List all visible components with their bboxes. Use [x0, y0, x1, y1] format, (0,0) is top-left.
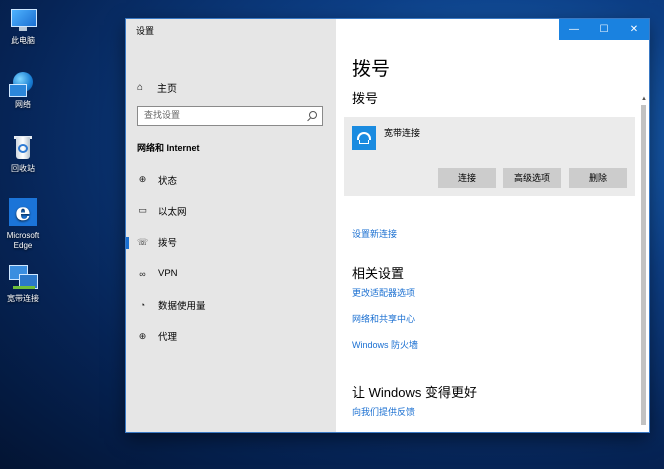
search-input[interactable]	[144, 110, 304, 120]
desktop-icon-broadband[interactable]: 宽带连接	[0, 265, 46, 304]
broadband-connection-icon	[9, 265, 38, 291]
sidebar-item-status[interactable]: ⊕ 状态	[126, 164, 336, 195]
recycle-bin-icon	[9, 135, 37, 161]
setup-new-connection-link[interactable]: 设置新连接	[352, 227, 397, 240]
desktop-icon-label: 此电脑	[11, 36, 35, 45]
scroll-up-icon[interactable]: ▲	[641, 96, 647, 102]
windows-firewall-link[interactable]: Windows 防火墙	[352, 338, 418, 351]
home-icon: ⌂	[137, 82, 144, 93]
sidebar-item-label: 拨号	[158, 238, 178, 250]
desktop-icon-network[interactable]: 网络	[0, 71, 46, 110]
network-sharing-center-link[interactable]: 网络和共享中心	[352, 312, 415, 325]
title-bar[interactable]: 设置 — ☐ ✕	[126, 19, 649, 40]
minimize-button[interactable]: —	[559, 19, 589, 40]
connect-button[interactable]: 连接	[438, 168, 496, 188]
sidebar-item-data-usage[interactable]: ◔ 数据使用量	[126, 289, 336, 320]
data-usage-icon: ◔	[139, 299, 146, 310]
maximize-button[interactable]: ☐	[589, 19, 619, 40]
sidebar-item-ethernet[interactable]: ▭ 以太网	[126, 195, 336, 226]
related-settings-title: 相关设置	[352, 266, 405, 281]
page-title: 拨号	[352, 59, 391, 80]
sidebar-nav: ⊕ 状态 ▭ 以太网 ☏ 拨号 ∞ VPN ◔ 数据使用量 ⊕ 代理	[126, 164, 336, 352]
feedback-title: 让 Windows 变得更好	[352, 385, 477, 400]
sidebar-item-label: 以太网	[158, 206, 187, 218]
status-icon: ⊕	[138, 174, 147, 185]
sidebar-item-label: 数据使用量	[158, 300, 206, 312]
desktop-icon-label: 网络	[15, 100, 31, 109]
home-label: 主页	[157, 84, 177, 95]
network-icon	[9, 71, 37, 97]
scrollbar[interactable]	[641, 105, 646, 425]
change-adapter-options-link[interactable]: 更改适配器选项	[352, 286, 415, 299]
window-controls: — ☐ ✕	[559, 19, 649, 40]
delete-button[interactable]: 删除	[569, 168, 627, 188]
sidebar-item-label: 代理	[158, 332, 178, 344]
desktop-icon-label: 回收站	[11, 164, 35, 173]
desktop-icon-recycle-bin[interactable]: 回收站	[0, 135, 46, 174]
vpn-icon: ∞	[139, 268, 146, 279]
desktop-icon-label: 宽带连接	[7, 294, 39, 303]
sidebar-item-proxy[interactable]: ⊕ 代理	[126, 320, 336, 351]
desktop-icon-edge[interactable]: e Microsoft Edge	[0, 198, 46, 251]
desktop-icon-label: Microsoft Edge	[6, 231, 40, 250]
connection-card[interactable]: 宽带连接 连接 高级选项 删除	[344, 117, 635, 196]
window-title: 设置	[136, 26, 155, 36]
sidebar-item-label: 状态	[158, 175, 178, 187]
search-box	[137, 106, 323, 126]
desktop-icon-this-pc[interactable]: 此电脑	[0, 7, 46, 46]
sidebar-item-label: VPN	[158, 268, 178, 280]
search-icon[interactable]	[309, 111, 317, 119]
advanced-options-button[interactable]: 高级选项	[503, 168, 561, 188]
feedback-link[interactable]: 向我们提供反馈	[352, 405, 415, 418]
close-button[interactable]: ✕	[619, 19, 649, 40]
ethernet-icon: ▭	[138, 205, 147, 216]
sidebar-item-dialup[interactable]: ☏ 拨号	[126, 227, 336, 258]
settings-window: 设置 — ☐ ✕ ⌂ 主页 网络和 Internet ⊕ 状态 ▭ 以太网	[126, 19, 649, 432]
dialup-icon: ☏	[137, 236, 149, 247]
computer-icon	[9, 7, 37, 33]
sidebar-home[interactable]: ⌂ 主页	[137, 80, 177, 95]
sidebar-section-title: 网络和 Internet	[137, 143, 200, 153]
sidebar: ⌂ 主页 网络和 Internet ⊕ 状态 ▭ 以太网 ☏ 拨号 ∞ VPN	[126, 40, 336, 432]
proxy-icon: ⊕	[138, 330, 147, 341]
edge-icon: e	[9, 198, 37, 226]
dialup-connection-icon	[352, 126, 376, 150]
connection-name: 宽带连接	[384, 128, 421, 138]
sidebar-item-vpn[interactable]: ∞ VPN	[126, 258, 336, 289]
section-title: 拨号	[352, 91, 379, 106]
content-pane: 拨号 拨号 宽带连接 连接 高级选项 删除 设置新连接 相关设置 更改适配器选项…	[336, 40, 649, 432]
